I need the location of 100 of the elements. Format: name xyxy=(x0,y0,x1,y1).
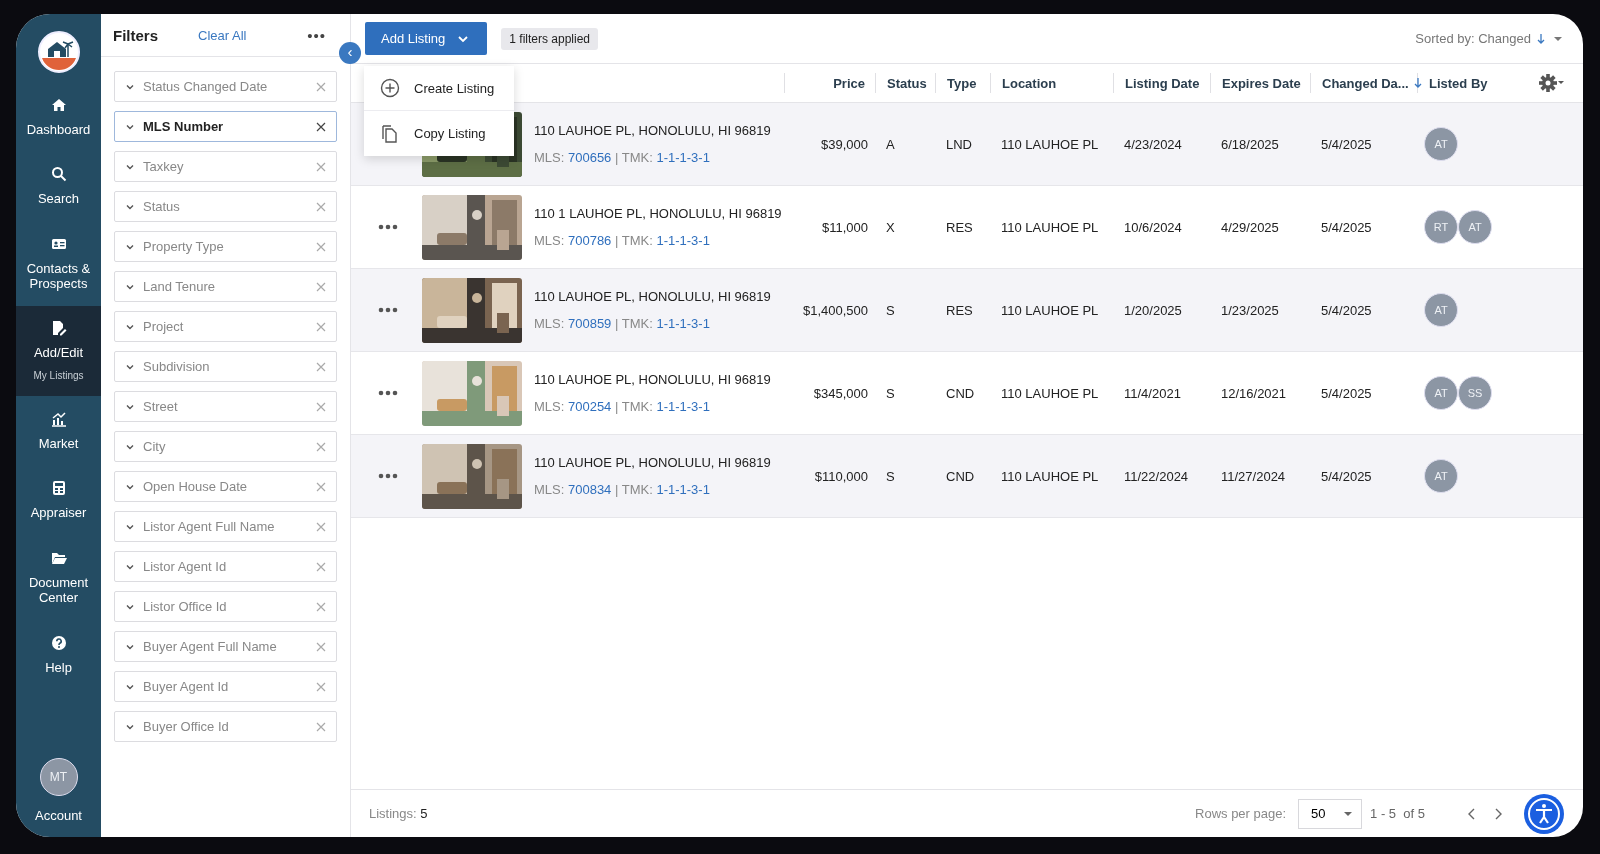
mls-line: MLS: 700656 | TMK: 1-1-1-3-1 xyxy=(534,150,711,165)
home-icon xyxy=(50,96,67,113)
address-text: 110 LAUHOE PL, HONOLULU, HI 96819 xyxy=(534,372,772,387)
table-cell-text: 110 LAUHOE PL xyxy=(1000,385,1100,401)
table-cell-text: 110 LAUHOE PL xyxy=(1000,468,1100,484)
filter-field[interactable]: Project xyxy=(114,311,337,342)
mls-line: MLS: 700254 | TMK: 1-1-1-3-1 xyxy=(534,399,711,414)
table-cell-text: 5/4/2025 xyxy=(1320,385,1373,401)
agent-avatar: SS xyxy=(1458,376,1492,410)
nav-item[interactable]: Document Center xyxy=(16,534,101,620)
chart-icon xyxy=(50,410,67,427)
clear-all-link[interactable]: Clear All xyxy=(198,27,308,43)
agent-avatar: AT xyxy=(1458,210,1492,244)
more-icon[interactable] xyxy=(378,224,398,230)
table-cell-text: 110 LAUHOE PL xyxy=(1000,219,1100,235)
table-cell-text: $345,000 xyxy=(812,385,869,401)
mls-link[interactable]: 700254 xyxy=(567,399,612,414)
table-cell-text: $110,000 xyxy=(813,468,869,484)
accessibility-icon[interactable] xyxy=(1523,792,1565,835)
address-text: 110 1 LAUHOE PL, HONOLULU, HI 96819 xyxy=(534,206,783,221)
filter-field[interactable]: Taxkey xyxy=(114,151,337,182)
more-icon[interactable] xyxy=(378,307,398,313)
filters-chip: 1 filters applied xyxy=(501,27,599,50)
filter-field[interactable]: Status Changed Date xyxy=(114,71,337,102)
mls-link[interactable]: 700656 xyxy=(567,150,612,165)
table-cell-text: 10/6/2024 xyxy=(1123,219,1183,235)
filter-field[interactable]: Listor Office Id xyxy=(114,591,337,622)
collapse-button[interactable]: ‹ xyxy=(339,42,361,64)
filter-field[interactable]: Listor Agent Id xyxy=(114,551,337,582)
copy-icon xyxy=(380,123,400,144)
mls-line: MLS: 700834 | TMK: 1-1-1-3-1 xyxy=(534,482,711,497)
account-avatar: MT xyxy=(39,758,78,796)
more-icon[interactable] xyxy=(378,390,398,396)
nav-item[interactable]: Market xyxy=(16,396,101,465)
previous-page-icon[interactable] xyxy=(1467,807,1477,820)
edit-icon xyxy=(50,319,67,336)
table-cell-text: $1,400,500 xyxy=(801,302,869,318)
filter-field[interactable]: Buyer Agent Full Name xyxy=(114,631,337,662)
sort-button[interactable]: Sorted by: Changed xyxy=(1409,30,1569,47)
filter-field[interactable]: Land Tenure xyxy=(114,271,337,302)
column-header[interactable]: Listing Date xyxy=(1114,73,1211,93)
table-cell-text: RES xyxy=(945,302,974,318)
table-cell-text: CND xyxy=(945,385,976,401)
column-header[interactable]: Location xyxy=(991,73,1114,93)
more-icon[interactable] xyxy=(378,473,398,479)
filter-field[interactable]: Buyer Office Id xyxy=(114,711,337,742)
agent-avatar: AT xyxy=(1424,459,1458,493)
nav-item[interactable]: Search xyxy=(16,151,101,220)
agent-avatar: AT xyxy=(1424,293,1458,327)
filter-field[interactable]: Open House Date xyxy=(114,471,337,502)
table-cell-text: 110 LAUHOE PL xyxy=(1000,302,1100,318)
mls-line: MLS: 700859 | TMK: 1-1-1-3-1 xyxy=(534,316,711,331)
settings-icon[interactable] xyxy=(1539,73,1565,93)
table-cell-text: 5/4/2025 xyxy=(1320,136,1373,152)
account-button[interactable]: MT Account xyxy=(16,757,101,837)
table-cell-text: S xyxy=(885,468,896,484)
nav-item[interactable]: Appraiser xyxy=(16,465,101,534)
nav-item[interactable]: Contacts & Prospects xyxy=(16,220,101,306)
rows-per-page-label: Rows per page: xyxy=(1195,806,1287,821)
close-icon[interactable] xyxy=(316,121,326,132)
column-header[interactable]: Changed Da... xyxy=(1311,73,1418,93)
filter-field[interactable]: Status xyxy=(114,191,337,222)
table-cell-text: 4/29/2025 xyxy=(1220,219,1280,235)
nav-item[interactable]: Help xyxy=(16,620,101,689)
menu-item[interactable]: Copy Listing xyxy=(364,111,514,156)
tmk-link[interactable]: 1-1-1-3-1 xyxy=(656,233,710,248)
sort-arrow-icon xyxy=(1412,77,1423,89)
column-header[interactable]: Status xyxy=(876,73,936,93)
menu-item[interactable]: Create Listing xyxy=(364,66,514,111)
add-listing-button[interactable]: Add Listing xyxy=(365,22,488,55)
filter-field[interactable]: Subdivision xyxy=(114,351,337,382)
column-header[interactable]: Price xyxy=(785,73,876,93)
table-cell-text: S xyxy=(885,385,896,401)
logo-icon xyxy=(36,30,81,74)
mls-link[interactable]: 700786 xyxy=(567,233,612,248)
filter-field[interactable]: Property Type xyxy=(114,231,337,262)
help-icon xyxy=(50,634,67,651)
rows-per-page-select[interactable]: 50 xyxy=(1298,798,1363,829)
nav-item[interactable]: Dashboard xyxy=(16,82,101,151)
column-header[interactable]: Listed By xyxy=(1418,73,1534,93)
column-header[interactable]: Expires Date xyxy=(1211,73,1311,93)
tmk-link[interactable]: 1-1-1-3-1 xyxy=(656,316,710,331)
more-button[interactable]: ••• xyxy=(307,26,338,44)
nav-item[interactable]: Add/Edit My Listings xyxy=(16,306,101,396)
filter-field[interactable]: Street xyxy=(114,391,337,422)
tmk-link[interactable]: 1-1-1-3-1 xyxy=(656,150,710,165)
mls-link[interactable]: 700859 xyxy=(567,316,612,331)
caret-icon xyxy=(1343,810,1354,817)
agent-avatar: RT xyxy=(1424,210,1458,244)
next-page-icon[interactable] xyxy=(1493,807,1503,820)
filter-field[interactable]: Buyer Agent Id xyxy=(114,671,337,702)
filter-field[interactable]: MLS Number xyxy=(114,111,337,142)
tmk-link[interactable]: 1-1-1-3-1 xyxy=(656,399,710,414)
filter-field[interactable]: Listor Agent Full Name xyxy=(114,511,337,542)
mls-link[interactable]: 700834 xyxy=(567,482,612,497)
tmk-link[interactable]: 1-1-1-3-1 xyxy=(656,482,710,497)
filter-field[interactable]: City xyxy=(114,431,337,462)
column-header[interactable]: Type xyxy=(936,73,991,93)
filters-title: Filters xyxy=(113,26,159,44)
table-cell-text: LND xyxy=(945,136,973,152)
